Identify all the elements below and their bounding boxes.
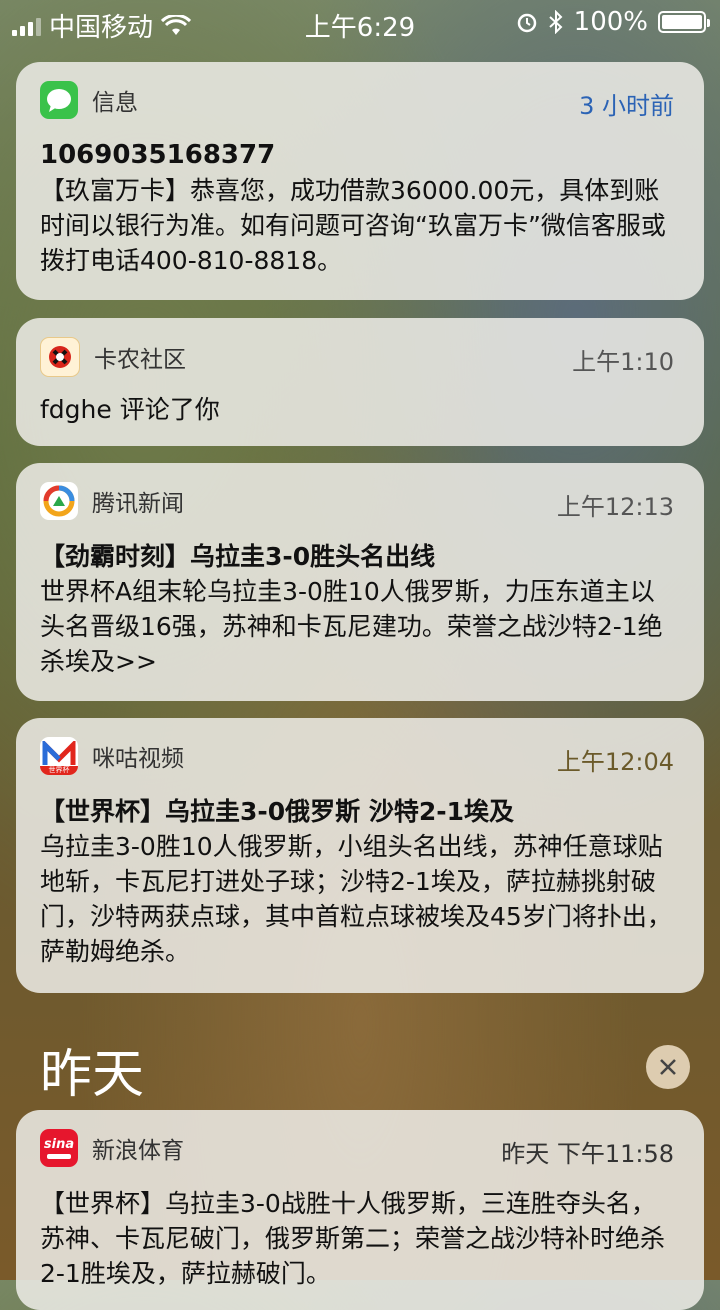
alarm-icon <box>517 13 536 33</box>
section-header-yesterday: 昨天 <box>40 1045 145 1105</box>
sina-sports-icon: sina <box>40 1129 78 1167</box>
sender-number: 1069035168377 <box>40 140 276 170</box>
notification-time: 昨天 下午11:58 <box>501 1140 674 1168</box>
status-right: 100% <box>516 7 710 37</box>
news-summary: 世界杯A组末轮乌拉圭3-0胜10人俄罗斯，力压东道主以头名晋级16强，苏神和卡瓦… <box>40 577 663 676</box>
notification-messages[interactable]: 信息 3 小时前 1069035168377 【玖富万卡】恭喜您，成功借款360… <box>16 62 704 300</box>
battery-percent: 100% <box>573 7 648 37</box>
app-name: 新浪体育 <box>92 1138 184 1164</box>
notification-migu-video[interactable]: 世界杯 咪咕视频 上午12:04 【世界杯】乌拉圭3-0俄罗斯 沙特2-1埃及 … <box>16 718 704 993</box>
bluetooth-icon <box>548 10 563 34</box>
status-bar: 中国移动 上午6:29 100% <box>0 0 720 46</box>
battery-icon <box>658 11 710 33</box>
video-headline: 【世界杯】乌拉圭3-0俄罗斯 沙特2-1埃及 <box>40 797 515 826</box>
video-summary: 乌拉圭3-0胜10人俄罗斯，小组头名出线，苏神任意球贴地斩，卡瓦尼打进处子球；沙… <box>40 832 672 966</box>
news-headline: 【劲霸时刻】乌拉圭3-0胜头名出线 <box>40 542 436 571</box>
notification-sina-sports[interactable]: sina 新浪体育 昨天 下午11:58 【世界杯】乌拉圭3-0战胜十人俄罗斯，… <box>16 1110 704 1310</box>
sports-summary: 【世界杯】乌拉圭3-0战胜十人俄罗斯，三连胜夺头名，苏神、卡瓦尼破门，俄罗斯第二… <box>40 1189 666 1288</box>
notification-content: 【世界杯】乌拉圭3-0俄罗斯 沙特2-1埃及 乌拉圭3-0胜10人俄罗斯，小组头… <box>40 794 674 969</box>
tencent-news-icon <box>40 482 78 520</box>
kanong-icon <box>40 337 80 377</box>
migu-video-icon: 世界杯 <box>40 737 78 775</box>
notification-time: 上午1:10 <box>572 348 674 376</box>
notification-content: 【劲霸时刻】乌拉圭3-0胜头名出线 世界杯A组末轮乌拉圭3-0胜10人俄罗斯，力… <box>40 539 674 679</box>
notification-content: 1069035168377 【玖富万卡】恭喜您，成功借款36000.00元，具体… <box>40 138 674 278</box>
notification-time: 上午12:13 <box>556 493 674 521</box>
notification-time: 上午12:04 <box>556 748 674 776</box>
close-icon <box>660 1059 676 1075</box>
app-name: 卡农社区 <box>94 347 186 373</box>
migu-icon-badge: 世界杯 <box>40 766 78 775</box>
app-name: 咪咕视频 <box>92 746 184 772</box>
message-body: 【玖富万卡】恭喜您，成功借款36000.00元，具体到账时间以银行为准。如有问题… <box>40 176 666 275</box>
notification-kanong[interactable]: 卡农社区 上午1:10 fdghe 评论了你 <box>16 318 704 446</box>
sina-icon-text: sina <box>43 1136 75 1152</box>
notification-tencent-news[interactable]: 腾讯新闻 上午12:13 【劲霸时刻】乌拉圭3-0胜头名出线 世界杯A组末轮乌拉… <box>16 463 704 701</box>
sina-icon-bar <box>47 1153 71 1159</box>
comment-text: fdghe 评论了你 <box>40 395 220 424</box>
clear-yesterday-button[interactable] <box>646 1045 690 1089</box>
app-name: 信息 <box>92 90 138 116</box>
messages-icon <box>40 81 78 119</box>
notification-time: 3 小时前 <box>579 92 674 120</box>
app-name: 腾讯新闻 <box>92 491 184 517</box>
